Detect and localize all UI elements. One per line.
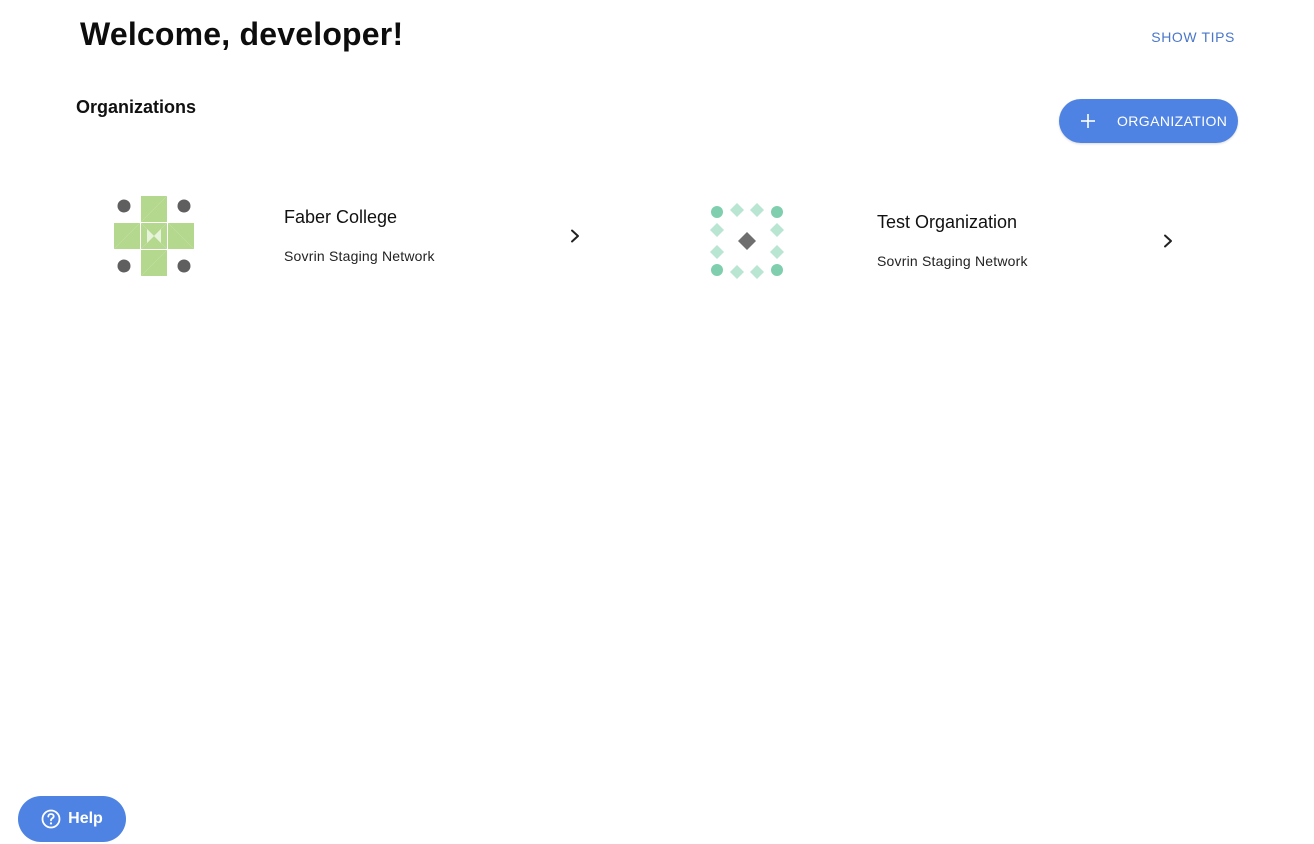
identicon-pinwheel-icon: [114, 196, 194, 276]
organization-card-faber-college[interactable]: Faber College Sovrin Staging Network: [114, 196, 594, 286]
show-tips-link[interactable]: SHOW TIPS: [1151, 29, 1235, 45]
chevron-right-icon[interactable]: [569, 229, 581, 243]
help-button[interactable]: Help: [18, 796, 126, 842]
plus-icon: [1059, 113, 1117, 129]
add-organization-label: ORGANIZATION: [1117, 113, 1228, 129]
identicon-diamonds-icon: [707, 201, 787, 281]
organization-card-test-organization[interactable]: Test Organization Sovrin Staging Network: [707, 201, 1187, 291]
organization-network: Sovrin Staging Network: [877, 253, 1028, 269]
page-title: Welcome, developer!: [80, 16, 404, 52]
help-label: Help: [68, 810, 103, 827]
question-circle-icon: [41, 809, 61, 829]
organization-name: Faber College: [284, 207, 398, 227]
chevron-right-icon[interactable]: [1162, 234, 1174, 248]
add-organization-button[interactable]: ORGANIZATION: [1059, 99, 1238, 143]
organization-name: Test Organization: [877, 212, 1018, 232]
organizations-heading: Organizations: [76, 97, 197, 117]
organization-network: Sovrin Staging Network: [284, 248, 435, 264]
dashboard-page: Welcome, developer! SHOW TIPS Organizati…: [0, 0, 1314, 844]
